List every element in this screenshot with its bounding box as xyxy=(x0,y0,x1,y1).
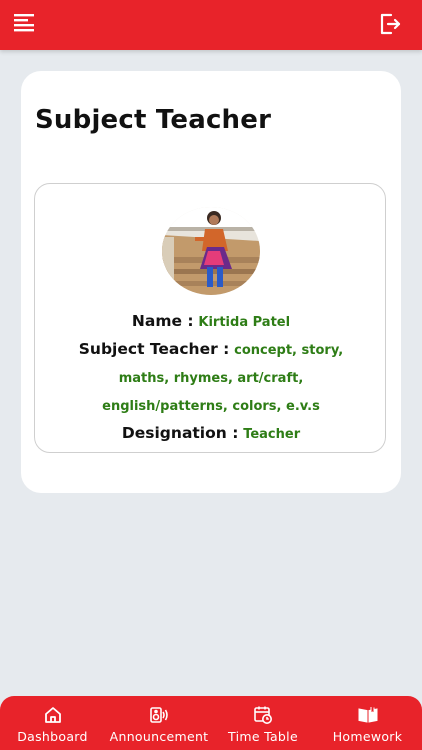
nav-time-table-label: Time Table xyxy=(228,729,298,744)
name-row: Name : Kirtida Patel xyxy=(55,308,367,336)
designation-label: Designation : xyxy=(121,424,239,442)
bottom-navigation: Dashboard Announcement Time Table Homewo… xyxy=(0,696,422,750)
page-title: Subject Teacher xyxy=(35,105,272,135)
designation-value: Teacher xyxy=(243,427,301,442)
nav-announcement-label: Announcement xyxy=(109,729,209,744)
nav-homework-label: Homework xyxy=(332,729,403,744)
teacher-info: Name : Kirtida Patel Subject Teacher : c… xyxy=(55,308,367,448)
calendar-clock-icon xyxy=(253,705,273,725)
nav-time-table[interactable]: Time Table xyxy=(213,696,313,750)
teacher-profile: Name : Kirtida Patel Subject Teacher : c… xyxy=(34,183,386,453)
menu-icon[interactable] xyxy=(14,13,36,35)
subject-teacher-card: Subject Teacher Name: Kirtida Patel Sub… xyxy=(21,71,401,493)
nav-announcement[interactable]: Announcement xyxy=(105,696,213,750)
designation-row: Designation : Teacher xyxy=(55,420,367,448)
logout-icon[interactable] xyxy=(378,12,402,36)
name-value: Kirtida Patel xyxy=(198,315,291,330)
name-label: Name : xyxy=(131,312,194,330)
teacher-avatar xyxy=(162,207,260,295)
book-icon xyxy=(358,705,378,725)
nav-dashboard-label: Dashboard xyxy=(17,729,88,744)
subject-label: Subject Teacher : xyxy=(78,340,230,358)
speaker-icon xyxy=(149,705,169,725)
nav-dashboard[interactable]: Dashboard xyxy=(0,696,105,750)
home-icon xyxy=(43,705,63,725)
top-app-bar xyxy=(0,0,422,50)
nav-homework[interactable]: Homework xyxy=(313,696,422,750)
subject-row: Subject Teacher : concept, story, maths,… xyxy=(55,336,367,420)
